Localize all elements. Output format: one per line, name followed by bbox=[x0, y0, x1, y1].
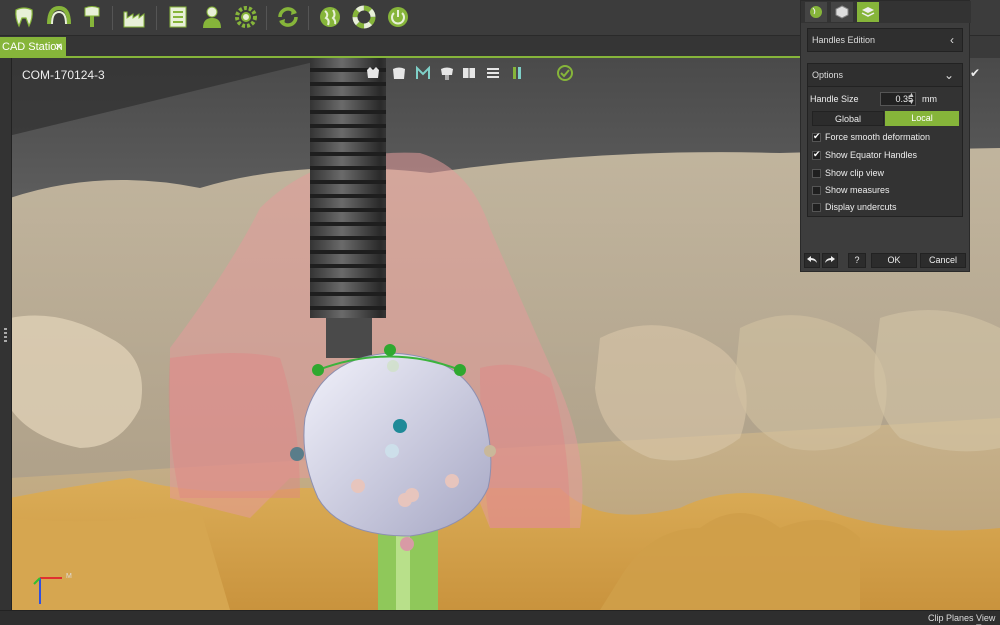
cancel-button[interactable]: Cancel bbox=[920, 253, 966, 268]
axis-x-label: M bbox=[66, 573, 72, 580]
dental-arch-icon[interactable] bbox=[45, 3, 73, 31]
checkbox-label: Show Equator Handles bbox=[825, 150, 918, 160]
redo-icon bbox=[825, 256, 835, 263]
tooth-view-icon[interactable] bbox=[390, 64, 408, 82]
power-icon[interactable] bbox=[384, 3, 412, 31]
drag-handle[interactable] bbox=[4, 328, 7, 342]
mode-global-button[interactable]: Global bbox=[812, 111, 884, 126]
tab-cube[interactable] bbox=[831, 2, 853, 22]
tab-globe[interactable] bbox=[805, 2, 827, 22]
toolbar-separator bbox=[308, 6, 309, 30]
toolbar-separator bbox=[156, 6, 157, 30]
show-measures-checkbox[interactable]: Show measures bbox=[812, 184, 962, 198]
handle-size-unit: mm bbox=[922, 94, 937, 104]
user-icon[interactable] bbox=[198, 3, 226, 31]
sliders-icon[interactable] bbox=[484, 64, 502, 82]
tab-label: CAD Station bbox=[2, 41, 63, 53]
tab-cad-station[interactable]: CAD Station ✕ bbox=[0, 37, 66, 58]
redo-button[interactable] bbox=[822, 253, 838, 268]
case-id-label: COM-170124-3 bbox=[22, 68, 105, 82]
undo-icon bbox=[807, 256, 817, 263]
view-status[interactable]: View T bbox=[976, 613, 1000, 625]
checkbox-box[interactable] bbox=[812, 149, 821, 160]
checkbox-box[interactable] bbox=[812, 131, 821, 142]
chevron-left-icon[interactable]: ‹ bbox=[950, 29, 954, 51]
clip-planes-status[interactable]: Clip Planes bbox=[928, 613, 974, 623]
handles-edition-header[interactable]: Handles Edition ‹ bbox=[807, 28, 963, 52]
globe-icon[interactable] bbox=[316, 3, 344, 31]
ok-button[interactable]: OK bbox=[871, 253, 917, 268]
cube-icon bbox=[835, 5, 849, 19]
apply-check-icon[interactable]: ✔ bbox=[970, 66, 980, 80]
abutment-icon[interactable] bbox=[438, 64, 456, 82]
margin-tool-icon[interactable] bbox=[414, 64, 432, 82]
checkbox-label: Force smooth deformation bbox=[825, 132, 931, 142]
checklist-icon[interactable] bbox=[164, 3, 192, 31]
handles-edition-panel: Handles Edition ‹ Options ⌄ Handle Size … bbox=[800, 0, 971, 272]
axis-indicator: M bbox=[30, 568, 80, 608]
lifebuoy-icon[interactable] bbox=[350, 3, 378, 31]
undo-button[interactable] bbox=[804, 253, 820, 268]
refresh-icon[interactable] bbox=[274, 3, 302, 31]
handle-size-label: Handle Size bbox=[810, 94, 859, 104]
show-clip-view-checkbox[interactable]: Show clip view bbox=[812, 167, 962, 181]
options-body: Handle Size 0.35 ▲▼ mm Global Local Forc… bbox=[807, 87, 963, 217]
checkbox-box[interactable] bbox=[812, 169, 821, 178]
toolbar-separator bbox=[112, 6, 113, 30]
gear-icon[interactable] bbox=[232, 3, 260, 31]
checkbox-label: Show clip view bbox=[825, 168, 885, 178]
tab-layers[interactable] bbox=[857, 2, 879, 22]
layers-icon bbox=[861, 7, 875, 17]
force-smooth-checkbox[interactable]: Force smooth deformation bbox=[812, 131, 962, 145]
checkbox-box[interactable] bbox=[812, 203, 821, 212]
options-title: Options bbox=[812, 70, 844, 80]
factory-icon[interactable] bbox=[120, 3, 148, 31]
left-side-strip bbox=[0, 58, 12, 610]
display-undercuts-checkbox[interactable]: Display undercuts bbox=[812, 201, 962, 215]
show-equator-checkbox[interactable]: Show Equator Handles bbox=[812, 149, 962, 163]
validate-check-icon[interactable] bbox=[556, 64, 574, 82]
split-view-icon[interactable] bbox=[460, 64, 478, 82]
help-icon: ? bbox=[854, 255, 860, 265]
panel-tab-strip bbox=[801, 1, 971, 23]
toolbar-separator bbox=[266, 6, 267, 30]
mode-local-button[interactable]: Local bbox=[885, 111, 959, 126]
crown-tool-icon[interactable] bbox=[364, 64, 382, 82]
options-header[interactable]: Options ⌄ bbox=[807, 63, 963, 87]
implant-view-icon[interactable] bbox=[508, 64, 526, 82]
close-tab-icon[interactable]: ✕ bbox=[55, 37, 63, 58]
status-bar: Clip Planes View T bbox=[0, 610, 1000, 625]
help-button[interactable]: ? bbox=[848, 253, 866, 268]
handles-edition-title: Handles Edition bbox=[812, 35, 876, 45]
implant-icon[interactable] bbox=[78, 3, 106, 31]
document-tab-bar: CAD Station ✕ bbox=[0, 36, 800, 58]
handle-size-spinner[interactable]: ▲ ▼ bbox=[908, 92, 915, 106]
checkbox-box[interactable] bbox=[812, 186, 821, 195]
checkbox-label: Display undercuts bbox=[825, 202, 897, 212]
checkbox-label: Show measures bbox=[825, 185, 890, 195]
globe-small-icon bbox=[810, 6, 822, 18]
chevron-down-icon[interactable]: ⌄ bbox=[944, 64, 954, 86]
tooth-icon[interactable] bbox=[10, 3, 38, 31]
panel-footer: ? OK Cancel bbox=[801, 249, 971, 271]
